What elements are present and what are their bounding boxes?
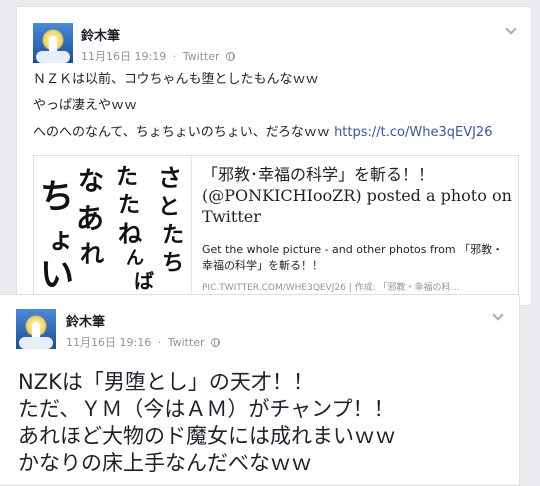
meta-separator: · [172, 50, 177, 63]
post-link[interactable]: https://t.co/Whe3qEVJ26 [334, 125, 492, 140]
calligraphy-char: た [162, 222, 184, 248]
post-date[interactable]: 11月16日 19:16 [66, 334, 151, 350]
meta-separator: · [157, 336, 162, 349]
calligraphy-char: れ [80, 239, 104, 268]
post-meta: 11月16日 19:19 · Twitter [81, 48, 236, 64]
post-text-line-1: ＮＺＫは以前、コウちゃんも堕としたもんなｗｗ [33, 72, 319, 87]
author-name[interactable]: 鈴木筆 [66, 311, 105, 330]
calligraphy-char: た [118, 192, 140, 218]
calligraphy-char: あ [76, 202, 104, 235]
post-text-line-3: へのへのなんて、ちょちょいのちょい、だろなｗｗ https://t.co/Whe… [33, 124, 492, 142]
post-text-line-4: かなりの床上手なんだべなｗｗ [18, 451, 312, 475]
post-card-1: 鈴木筆 11月16日 19:19 · Twitter ＮＺＫは以前、コウちゃんも… [16, 6, 532, 306]
post-text-line-1: NZKは「男堕とし」の天才！！ [18, 370, 314, 394]
calligraphy-char: ん [126, 248, 144, 269]
post-meta: 11月16日 19:16 · Twitter [66, 334, 221, 350]
calligraphy-char: ょ [48, 225, 74, 255]
post-source: Twitter [167, 336, 205, 349]
globe-icon [211, 338, 221, 347]
calligraphy-char: ち [162, 250, 184, 276]
post-text-line-3: あれほど大物のド魔女には成れまいｗｗ [18, 424, 396, 448]
calligraphy-char: と [158, 194, 180, 220]
calligraphy-char: ば [134, 269, 154, 293]
link-preview-card[interactable]: ち ょ い な あ れ た た ね ん ば さ と た ち 「邪教･幸福の科学」… [33, 155, 519, 295]
author-name[interactable]: 鈴木筆 [81, 25, 120, 44]
avatar[interactable] [16, 309, 56, 349]
link-preview-title[interactable]: 「邪教･幸福の科学」を斬る！！ (@PONKICHIooZR) posted a… [202, 164, 512, 227]
link-preview-description: Get the whole picture - and other photos… [202, 243, 504, 272]
chevron-down-icon[interactable] [492, 309, 504, 321]
post-text-line-2: ただ、ＹＭ（今はＡＭ）がチャンプ！！ [18, 397, 395, 421]
link-preview-footer: PIC.TWITTER.COM/WHE3QEVJ26 | 作成: 「邪教・幸福の… [202, 283, 460, 293]
post-text-line-3-body: へのへのなんて、ちょちょいのちょい、だろなｗｗ [33, 125, 330, 140]
calligraphy-char: さ [158, 163, 182, 192]
calligraphy-char: た [116, 164, 138, 190]
calligraphy-char: な [78, 167, 104, 197]
globe-icon [226, 52, 236, 61]
post-source: Twitter [182, 50, 220, 63]
calligraphy-char: い [40, 255, 74, 294]
calligraphy-char: ち [40, 177, 74, 217]
post-card-2: 鈴木筆 11月16日 19:16 · Twitter NZKは「男堕とし」の天才… [0, 294, 520, 486]
avatar[interactable] [33, 23, 73, 63]
link-preview-image[interactable]: ち ょ い な あ れ た た ね ん ば さ と た ち [34, 156, 192, 294]
calligraphy-char: ね [118, 219, 142, 248]
post-date[interactable]: 11月16日 19:19 [81, 48, 166, 64]
chevron-down-icon[interactable] [505, 23, 517, 35]
post-text-line-2: やっぱ凄えやｗｗ [33, 98, 138, 113]
